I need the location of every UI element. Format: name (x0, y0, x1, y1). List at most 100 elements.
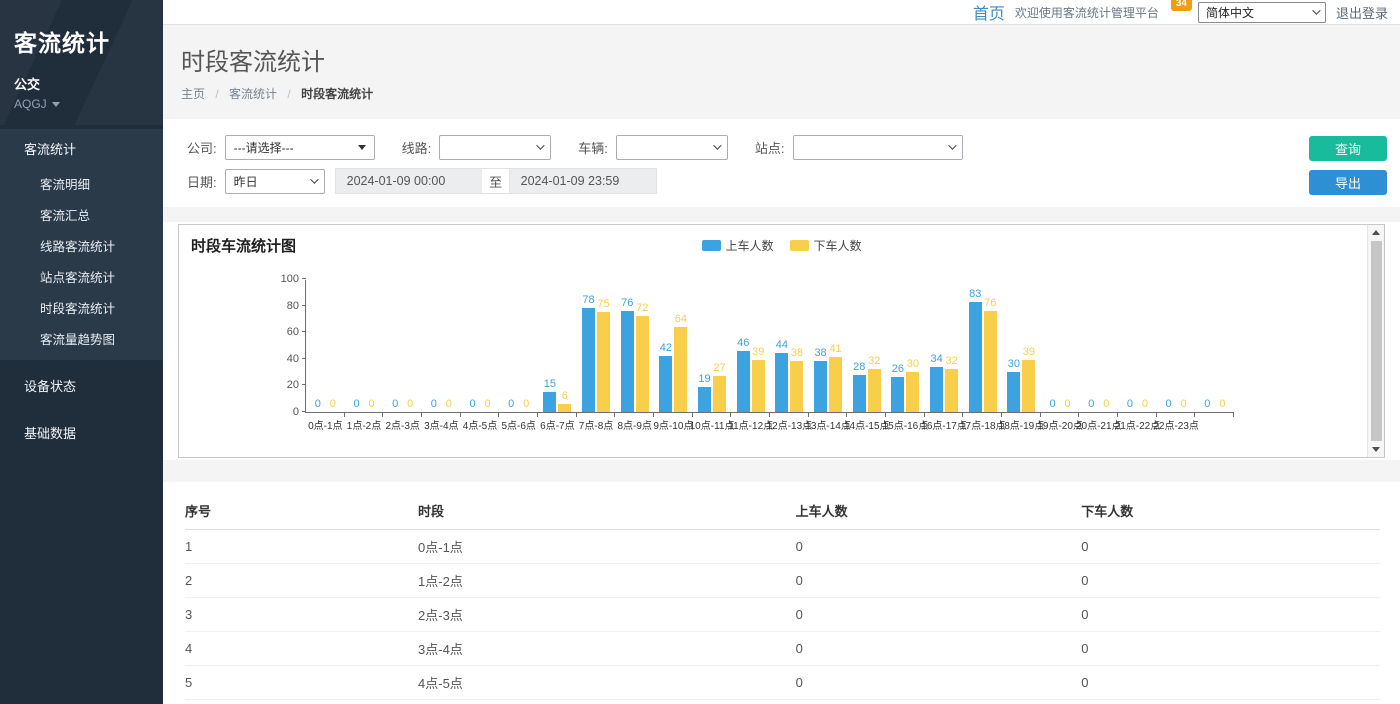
bar-chart-plot: 020406080100000点-1点001点-2点002点-3点003点-4点… (305, 280, 1234, 413)
bar-group: 005点-6点 (499, 280, 538, 412)
sidebar: 客流统计 公交 AQGJ 客流统计 客流明细客流汇总线路客流统计站点客流统计时段… (0, 0, 163, 704)
table-cell: 1点-2点 (418, 564, 796, 598)
table-cell: 0 (796, 598, 1082, 632)
table-cell: 0 (1081, 564, 1380, 598)
chart-legend: 上车人数 下车人数 (701, 237, 861, 254)
page-heading: 时段客流统计 主页 / 客流统计 / 时段客流统计 (163, 25, 1400, 119)
date-preset-select[interactable]: 昨日 (225, 169, 325, 194)
account-switcher[interactable]: AQGJ (14, 97, 149, 111)
bar-alighting: 39 (752, 360, 765, 412)
legend-item-alighting: 下车人数 (790, 237, 862, 254)
bar-value-label: 39 (752, 346, 764, 358)
home-link[interactable]: 首页 (973, 0, 1005, 24)
date-to-input[interactable]: 2024-01-09 23:59 (509, 168, 657, 194)
sidebar-item-base-data[interactable]: 基础数据 (0, 411, 163, 454)
table-cell: 0 (796, 632, 1082, 666)
sidebar-subitem[interactable]: 时段客流统计 (0, 292, 163, 323)
language-select[interactable]: 简体中文 (1198, 2, 1326, 23)
x-axis-label: 8点-9点 (617, 417, 651, 432)
scroll-down-button[interactable] (1368, 442, 1385, 457)
table-cell: 0 (1081, 530, 1380, 564)
sidebar-item-device-status[interactable]: 设备状态 (0, 364, 163, 407)
table-cell: 0 (796, 530, 1082, 564)
bar-group: 283214点-15点 (847, 280, 886, 412)
breadcrumb: 主页 / 客流统计 / 时段客流统计 (181, 85, 1380, 119)
breadcrumb-section[interactable]: 客流统计 (229, 87, 277, 101)
bar-value-label: 42 (660, 342, 672, 354)
y-axis-tick-label: 0 (269, 406, 299, 418)
sidebar-submenu: 客流明细客流汇总线路客流统计站点客流统计时段客流统计客流量趋势图 (0, 168, 163, 354)
notification-badge[interactable]: 34 (1171, 0, 1192, 11)
scrollbar-thumb[interactable] (1371, 241, 1382, 441)
scroll-up-button[interactable] (1368, 225, 1385, 240)
breadcrumb-home[interactable]: 主页 (181, 87, 205, 101)
chart-scrollbar[interactable] (1367, 225, 1384, 457)
bar-value-label: 41 (829, 343, 841, 355)
table-panel: 序号 时段 上车人数 下车人数 10点-1点0021点-2点0032点-3点00… (163, 482, 1400, 704)
table-cell: 0点-1点 (418, 530, 796, 564)
bar-value-label: 38 (791, 347, 803, 359)
bar-value-label: 15 (544, 378, 556, 390)
bar-value-label: 0 (1088, 398, 1094, 410)
bar-group: 76728点-9点 (615, 280, 654, 412)
bar-group: 0019点-20点 (1041, 280, 1080, 412)
bar-value-label: 32 (868, 355, 880, 367)
table-row: 54点-5点00 (185, 666, 1380, 700)
bar-value-label: 76 (621, 297, 633, 309)
bar-value-label: 19 (698, 373, 710, 385)
bar-value-label: 0 (469, 398, 475, 410)
sidebar-subitem[interactable]: 客流明细 (0, 168, 163, 199)
x-axis-label: 22点-23点 (1153, 417, 1199, 432)
query-button[interactable]: 查询 (1309, 136, 1387, 161)
bar-boarding: 42 (659, 356, 672, 412)
x-axis-label: 9点-10点 (653, 417, 693, 432)
chart-title: 时段车流统计图 (191, 235, 296, 256)
x-axis-label: 6点-7点 (540, 417, 574, 432)
date-from-input[interactable]: 2024-01-09 00:00 (335, 168, 483, 194)
sidebar-subitem[interactable]: 客流汇总 (0, 199, 163, 230)
date-separator: 至 (482, 168, 510, 194)
company-label: 公司: (187, 138, 217, 157)
caret-down-icon (52, 102, 60, 107)
column-header-alighting: 下车人数 (1081, 492, 1380, 530)
sidebar-item-passenger-stats[interactable]: 客流统计 (0, 129, 163, 168)
bar-alighting: 76 (984, 311, 997, 412)
page-title: 时段客流统计 (181, 42, 1380, 77)
x-axis-label: 4点-5点 (463, 417, 497, 432)
company-select-value: ---请选择--- (234, 139, 294, 156)
bar-value-label: 32 (945, 355, 957, 367)
vehicle-label: 车辆: (578, 138, 608, 157)
export-button[interactable]: 导出 (1309, 170, 1387, 195)
table-cell: 0 (1081, 598, 1380, 632)
bar-group: 0020点-21点 (1079, 280, 1118, 412)
bar-value-label: 30 (907, 358, 919, 370)
vehicle-select[interactable] (616, 135, 728, 160)
bar-value-label: 6 (562, 390, 568, 402)
bar-boarding: 38 (814, 361, 827, 412)
sidebar-subitem[interactable]: 客流量趋势图 (0, 323, 163, 354)
vehicle-filter: 车辆: (578, 135, 728, 160)
bar-alighting: 30 (906, 372, 919, 412)
y-axis-tick-label: 100 (269, 273, 299, 285)
bar-group: 303918点-19点 (1002, 280, 1041, 412)
y-axis-tick-mark (302, 278, 306, 279)
legend-label-boarding: 上车人数 (725, 237, 773, 254)
bar-group: 0023点-0点 (1195, 280, 1234, 412)
line-select[interactable] (439, 135, 551, 160)
bar-value-label: 0 (431, 398, 437, 410)
chart-panel: 时段车流统计图 上车人数 下车人数 020406080100000点-1点001… (163, 222, 1400, 460)
bar-value-label: 0 (1204, 398, 1210, 410)
bar-group: 837617点-18点 (963, 280, 1002, 412)
table-cell: 0 (1081, 632, 1380, 666)
language-select-value: 简体中文 (1206, 4, 1254, 21)
logout-link[interactable]: 退出登录 (1336, 3, 1388, 22)
sidebar-subitem[interactable]: 站点客流统计 (0, 261, 163, 292)
table-cell: 0 (796, 666, 1082, 700)
bar-alighting: 75 (597, 312, 610, 412)
bar-alighting: 32 (868, 369, 881, 412)
sidebar-subitem[interactable]: 线路客流统计 (0, 230, 163, 261)
y-axis-tick-label: 60 (269, 326, 299, 338)
company-select[interactable]: ---请选择--- (225, 135, 375, 160)
table-header-row: 序号 时段 上车人数 下车人数 (185, 492, 1380, 530)
station-select[interactable] (793, 135, 963, 160)
